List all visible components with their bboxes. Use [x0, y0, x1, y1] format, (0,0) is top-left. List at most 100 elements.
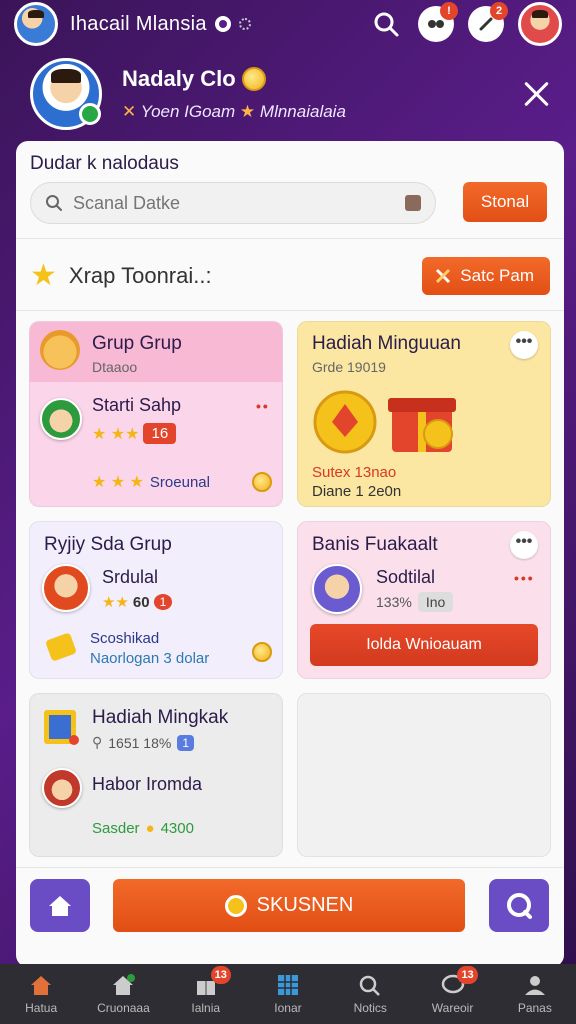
alerts-button[interactable]: 2	[468, 2, 508, 42]
nav-label: Wareoir	[431, 1001, 474, 1015]
nav-item-home[interactable]: Hatua	[0, 964, 82, 1024]
tile-desc-1: Scoshikad	[90, 630, 160, 647]
tile-footer: Sroeunal	[149, 473, 210, 491]
divider	[16, 867, 564, 868]
search-input[interactable]	[73, 192, 373, 214]
tile-title: Ryjiy Sda Grup	[44, 534, 172, 555]
coin-icon	[252, 472, 272, 492]
nav-item-notices[interactable]: Notics	[329, 964, 411, 1024]
coin-icon	[252, 642, 272, 662]
app-title: Ihacail Mlansia	[70, 12, 207, 35]
nav-label: Panas	[517, 1001, 552, 1015]
nav-label: Ionar	[274, 1001, 302, 1015]
reward-label: Sasder	[92, 820, 140, 837]
search-icon	[357, 973, 383, 997]
gift-icon	[313, 390, 456, 454]
tile-title: Banis Fuakaalt	[312, 534, 438, 555]
rating-stars-icon: ★★	[102, 594, 129, 611]
profile-subtitle-b: Mlnnaialaia	[259, 102, 346, 121]
search-icon	[374, 12, 399, 37]
reward-value: 4300	[160, 820, 194, 837]
search-submit-button[interactable]: Stonal	[463, 182, 547, 222]
more-button[interactable]: •••	[510, 531, 538, 559]
notifications-button[interactable]: !	[418, 2, 458, 42]
puzzle-icon[interactable]	[405, 195, 421, 211]
more-button[interactable]: •••	[510, 331, 538, 359]
member-name: Habor Iromda	[92, 774, 203, 794]
tag-icon	[46, 633, 76, 661]
member-avatar[interactable]	[40, 398, 82, 440]
nav-item-grid[interactable]: Ionar	[247, 964, 329, 1024]
reward-line-1: Sutex 13nao	[312, 464, 397, 481]
nav-item-community[interactable]: Cruonaaa	[82, 964, 164, 1024]
chat-button[interactable]	[489, 879, 549, 932]
tile-group-2[interactable]: Ryjiy Sda Grup Srdulal ★★ 60 1 Scoshikad…	[29, 521, 283, 679]
tile-subtitle: Dtaaoo	[92, 359, 138, 375]
tile-subtitle: Grde 19019	[312, 359, 386, 375]
coin-icon: ●	[145, 820, 155, 837]
tile-banner[interactable]: Banis Fuakaalt ••• Sodtilal 133% Ino •••…	[297, 521, 551, 679]
level-badge: 16	[143, 423, 177, 444]
section-action-label: Satc Pam	[460, 266, 534, 285]
search-icon	[46, 195, 62, 211]
home-icon	[49, 895, 71, 916]
section-label: Xrap Toonrai..:	[68, 263, 212, 288]
search-title: Dudar k nalodaus	[30, 153, 179, 174]
tile-title: Hadiah Mingkak	[92, 707, 229, 728]
score-value: 60	[132, 593, 150, 611]
search-field[interactable]	[30, 182, 436, 224]
member-avatar[interactable]	[42, 768, 82, 808]
member-avatar[interactable]	[312, 564, 362, 614]
star-icon: ★	[239, 102, 256, 121]
search-button[interactable]	[368, 6, 404, 42]
profile-header: Nadaly Clo ✕ Yoen IGoam ★ Mlnnaialaia	[30, 54, 550, 134]
swords-icon	[436, 268, 451, 284]
profile-avatar[interactable]	[30, 58, 102, 130]
more-dots-icon[interactable]: ••	[256, 398, 270, 414]
primary-action-button[interactable]: SKUSNEN	[113, 879, 465, 932]
tile-monthly-reward[interactable]: Hadiah Mingkak ⚲ 1651 18% 1 Habor Iromda…	[29, 693, 283, 857]
swords-icon: ✕	[122, 102, 137, 121]
nav-label: Ialnia	[191, 1001, 221, 1015]
tile-title: Hadiah Minguuan	[312, 333, 461, 354]
nav-badge: 13	[210, 966, 231, 984]
group-emoji-icon	[40, 330, 80, 370]
nav-item-gifts[interactable]: Ialnia 13	[165, 964, 247, 1024]
top-bar: Ihacail Mlansia ! 2	[0, 0, 576, 48]
chat-icon	[507, 892, 532, 919]
close-button[interactable]	[522, 80, 550, 108]
banner-action-button[interactable]: Iolda Wnioauam	[310, 624, 538, 666]
nav-item-profile[interactable]: Panas	[494, 964, 576, 1024]
user-avatar[interactable]	[14, 2, 58, 46]
status-tag: Ino	[417, 592, 454, 612]
member-name: Srdulal	[102, 567, 159, 587]
primary-action-label: SKUSNEN	[256, 894, 354, 916]
tile-title: Grup Grup	[92, 333, 182, 354]
more-dots-icon[interactable]: •••	[514, 570, 535, 586]
house-plus-icon	[110, 973, 136, 997]
home-button[interactable]	[30, 879, 90, 932]
member-name: Sodtilal	[376, 567, 436, 587]
star-icon: ★	[30, 259, 57, 292]
nav-label: Hatua	[25, 1001, 58, 1015]
nav-label: Notics	[353, 1001, 387, 1015]
online-indicator	[79, 103, 101, 125]
friend-avatar[interactable]	[518, 2, 562, 46]
member-name: Starti Sahp	[92, 395, 182, 415]
nav-item-messages[interactable]: Wareoir 13	[411, 964, 493, 1024]
divider	[16, 310, 564, 311]
divider	[16, 238, 564, 239]
tile-meta: 1651 18%	[108, 734, 172, 751]
meta-badge: 1	[177, 734, 195, 751]
score-badge: 1	[153, 594, 173, 610]
tile-group[interactable]: Grup Grup Dtaaoo Starti Sahp ★ ★★ 16 •• …	[29, 321, 283, 507]
notification-badge: !	[440, 2, 458, 20]
gear-icon	[224, 894, 247, 917]
alert-badge: 2	[490, 2, 508, 20]
user-icon	[522, 973, 548, 997]
member-avatar[interactable]	[42, 564, 90, 612]
tile-weekly-reward[interactable]: Hadiah Minguuan Grde 19019 ••• Sutex 13n…	[297, 321, 551, 507]
section-action-button[interactable]: Satc Pam	[422, 257, 550, 295]
rating-stars-icon: ★ ★★	[92, 425, 140, 443]
tile-empty	[297, 693, 551, 857]
